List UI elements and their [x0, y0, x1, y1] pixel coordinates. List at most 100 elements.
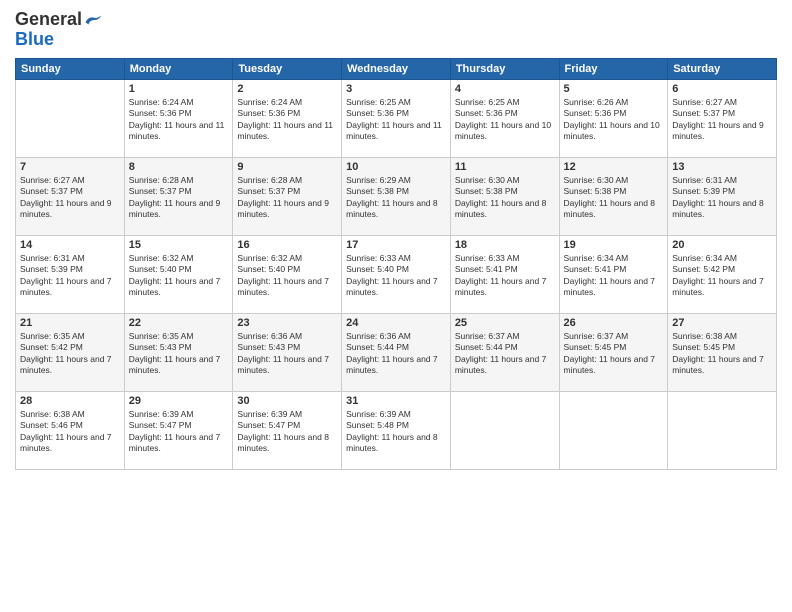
calendar-week-3: 14Sunrise: 6:31 AM Sunset: 5:39 PM Dayli… — [16, 235, 777, 313]
cell-info: Sunrise: 6:39 AM Sunset: 5:47 PM Dayligh… — [129, 409, 229, 455]
calendar-cell: 1 Sunrise: 6:24 AM Sunset: 5:36 PM Daylig… — [124, 79, 233, 157]
calendar-cell: 7 Sunrise: 6:27 AM Sunset: 5:37 PM Daylig… — [16, 157, 125, 235]
cell-info: Sunrise: 6:39 AM Sunset: 5:47 PM Dayligh… — [237, 409, 337, 455]
cell-info: Sunrise: 6:29 AM Sunset: 5:38 PM Dayligh… — [346, 175, 446, 221]
day-number: 17 — [346, 239, 446, 251]
cell-info: Sunrise: 6:30 AM Sunset: 5:38 PM Dayligh… — [564, 175, 664, 221]
cell-info: Sunrise: 6:35 AM Sunset: 5:42 PM Dayligh… — [20, 331, 120, 377]
calendar-cell: 11 Sunrise: 6:30 AM Sunset: 5:38 PM Dayli… — [450, 157, 559, 235]
day-number: 7 — [20, 161, 120, 173]
calendar-cell: 15 Sunrise: 6:32 AM Sunset: 5:40 PM Dayli… — [124, 235, 233, 313]
calendar-cell: 13 Sunrise: 6:31 AM Sunset: 5:39 PM Dayli… — [668, 157, 777, 235]
cell-info: Sunrise: 6:34 AM Sunset: 5:41 PM Dayligh… — [564, 253, 664, 299]
calendar-week-2: 7 Sunrise: 6:27 AM Sunset: 5:37 PM Daylig… — [16, 157, 777, 235]
weekday-header-wednesday: Wednesday — [342, 58, 451, 79]
cell-info: Sunrise: 6:31 AM Sunset: 5:39 PM Dayligh… — [672, 175, 772, 221]
weekday-header-saturday: Saturday — [668, 58, 777, 79]
calendar-cell — [668, 391, 777, 469]
day-number: 31 — [346, 395, 446, 407]
day-number: 1 — [129, 83, 229, 95]
day-number: 11 — [455, 161, 555, 173]
logo-general: General — [15, 10, 82, 30]
calendar-cell: 29 Sunrise: 6:39 AM Sunset: 5:47 PM Dayli… — [124, 391, 233, 469]
weekday-header-friday: Friday — [559, 58, 668, 79]
cell-info: Sunrise: 6:39 AM Sunset: 5:48 PM Dayligh… — [346, 409, 446, 455]
calendar-cell: 12Sunrise: 6:30 AM Sunset: 5:38 PM Dayli… — [559, 157, 668, 235]
day-number: 16 — [237, 239, 337, 251]
calendar-cell: 19 Sunrise: 6:34 AM Sunset: 5:41 PM Dayli… — [559, 235, 668, 313]
cell-info: Sunrise: 6:36 AM Sunset: 5:44 PM Dayligh… — [346, 331, 446, 377]
logo: General Blue — [15, 10, 102, 50]
calendar-cell: 30 Sunrise: 6:39 AM Sunset: 5:47 PM Dayli… — [233, 391, 342, 469]
day-number: 19 — [564, 239, 664, 251]
cell-info: Sunrise: 6:37 AM Sunset: 5:45 PM Dayligh… — [564, 331, 664, 377]
header: General Blue — [15, 10, 777, 50]
weekday-header-thursday: Thursday — [450, 58, 559, 79]
day-number: 18 — [455, 239, 555, 251]
day-number: 10 — [346, 161, 446, 173]
day-number: 13 — [672, 161, 772, 173]
day-number: 26 — [564, 317, 664, 329]
weekday-header-monday: Monday — [124, 58, 233, 79]
cell-info: Sunrise: 6:38 AM Sunset: 5:46 PM Dayligh… — [20, 409, 120, 455]
cell-info: Sunrise: 6:37 AM Sunset: 5:44 PM Dayligh… — [455, 331, 555, 377]
calendar-cell: 3Sunrise: 6:25 AM Sunset: 5:36 PM Daylig… — [342, 79, 451, 157]
day-number: 28 — [20, 395, 120, 407]
cell-info: Sunrise: 6:27 AM Sunset: 5:37 PM Dayligh… — [672, 97, 772, 143]
day-number: 15 — [129, 239, 229, 251]
day-number: 5 — [564, 83, 664, 95]
calendar-cell: 28 Sunrise: 6:38 AM Sunset: 5:46 PM Dayli… — [16, 391, 125, 469]
weekday-header-tuesday: Tuesday — [233, 58, 342, 79]
day-number: 24 — [346, 317, 446, 329]
cell-info: Sunrise: 6:32 AM Sunset: 5:40 PM Dayligh… — [129, 253, 229, 299]
cell-info: Sunrise: 6:27 AM Sunset: 5:37 PM Dayligh… — [20, 175, 120, 221]
calendar-cell — [16, 79, 125, 157]
calendar-body: 1 Sunrise: 6:24 AM Sunset: 5:36 PM Daylig… — [16, 79, 777, 469]
day-number: 8 — [129, 161, 229, 173]
calendar-cell: 20 Sunrise: 6:34 AM Sunset: 5:42 PM Dayli… — [668, 235, 777, 313]
calendar-cell: 2 Sunrise: 6:24 AM Sunset: 5:36 PM Daylig… — [233, 79, 342, 157]
calendar-cell: 31 Sunrise: 6:39 AM Sunset: 5:48 PM Dayli… — [342, 391, 451, 469]
calendar-cell: 23 Sunrise: 6:36 AM Sunset: 5:43 PM Dayli… — [233, 313, 342, 391]
calendar-cell: 10 Sunrise: 6:29 AM Sunset: 5:38 PM Dayli… — [342, 157, 451, 235]
day-number: 25 — [455, 317, 555, 329]
cell-info: Sunrise: 6:36 AM Sunset: 5:43 PM Dayligh… — [237, 331, 337, 377]
calendar-cell: 14Sunrise: 6:31 AM Sunset: 5:39 PM Dayli… — [16, 235, 125, 313]
cell-info: Sunrise: 6:35 AM Sunset: 5:43 PM Dayligh… — [129, 331, 229, 377]
cell-info: Sunrise: 6:33 AM Sunset: 5:41 PM Dayligh… — [455, 253, 555, 299]
calendar-cell: 16 Sunrise: 6:32 AM Sunset: 5:40 PM Dayli… — [233, 235, 342, 313]
cell-info: Sunrise: 6:28 AM Sunset: 5:37 PM Dayligh… — [237, 175, 337, 221]
cell-info: Sunrise: 6:25 AM Sunset: 5:36 PM Dayligh… — [455, 97, 555, 143]
page: General Blue SundayMondayTuesdayWednesda… — [0, 0, 792, 612]
calendar-cell — [559, 391, 668, 469]
cell-info: Sunrise: 6:24 AM Sunset: 5:36 PM Dayligh… — [129, 97, 229, 143]
calendar-week-1: 1 Sunrise: 6:24 AM Sunset: 5:36 PM Daylig… — [16, 79, 777, 157]
cell-info: Sunrise: 6:31 AM Sunset: 5:39 PM Dayligh… — [20, 253, 120, 299]
cell-info: Sunrise: 6:24 AM Sunset: 5:36 PM Dayligh… — [237, 97, 337, 143]
calendar-cell: 25 Sunrise: 6:37 AM Sunset: 5:44 PM Dayli… — [450, 313, 559, 391]
day-number: 23 — [237, 317, 337, 329]
cell-info: Sunrise: 6:34 AM Sunset: 5:42 PM Dayligh… — [672, 253, 772, 299]
cell-info: Sunrise: 6:30 AM Sunset: 5:38 PM Dayligh… — [455, 175, 555, 221]
calendar-table: SundayMondayTuesdayWednesdayThursdayFrid… — [15, 58, 777, 470]
calendar-cell: 6 Sunrise: 6:27 AM Sunset: 5:37 PM Daylig… — [668, 79, 777, 157]
cell-info: Sunrise: 6:28 AM Sunset: 5:37 PM Dayligh… — [129, 175, 229, 221]
day-number: 6 — [672, 83, 772, 95]
day-number: 2 — [237, 83, 337, 95]
day-number: 9 — [237, 161, 337, 173]
calendar-cell: 17 Sunrise: 6:33 AM Sunset: 5:40 PM Dayli… — [342, 235, 451, 313]
cell-info: Sunrise: 6:33 AM Sunset: 5:40 PM Dayligh… — [346, 253, 446, 299]
day-number: 30 — [237, 395, 337, 407]
day-number: 22 — [129, 317, 229, 329]
day-number: 20 — [672, 239, 772, 251]
calendar-cell: 24 Sunrise: 6:36 AM Sunset: 5:44 PM Dayli… — [342, 313, 451, 391]
cell-info: Sunrise: 6:38 AM Sunset: 5:45 PM Dayligh… — [672, 331, 772, 377]
calendar-cell: 8 Sunrise: 6:28 AM Sunset: 5:37 PM Daylig… — [124, 157, 233, 235]
logo-blue: Blue — [15, 30, 54, 50]
cell-info: Sunrise: 6:32 AM Sunset: 5:40 PM Dayligh… — [237, 253, 337, 299]
calendar-cell: 21Sunrise: 6:35 AM Sunset: 5:42 PM Dayli… — [16, 313, 125, 391]
calendar-week-4: 21Sunrise: 6:35 AM Sunset: 5:42 PM Dayli… — [16, 313, 777, 391]
calendar-cell: 9 Sunrise: 6:28 AM Sunset: 5:37 PM Daylig… — [233, 157, 342, 235]
weekday-header-row: SundayMondayTuesdayWednesdayThursdayFrid… — [16, 58, 777, 79]
day-number: 29 — [129, 395, 229, 407]
